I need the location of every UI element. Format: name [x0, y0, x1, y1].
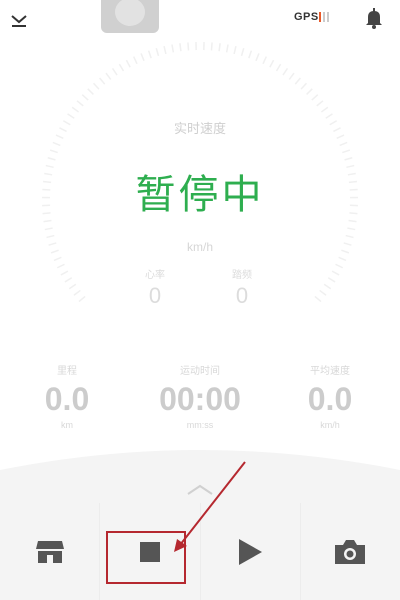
dial-tick: [73, 289, 81, 296]
store-icon: [35, 540, 64, 563]
dial-tick: [319, 289, 327, 296]
dial-tick: [327, 277, 336, 283]
avg-speed-label: 平均速度: [310, 366, 350, 377]
chevron-up-icon[interactable]: [186, 484, 214, 496]
dial-tick: [233, 45, 237, 55]
avg-speed-stat: 平均速度 0.0 km/h: [275, 362, 385, 430]
dial-tick: [44, 227, 53, 231]
dial-tick: [140, 53, 145, 62]
distance-label: 里程: [57, 366, 77, 377]
dial-tick: [269, 59, 275, 68]
dial-tick: [294, 77, 301, 85]
avg-speed-value: 0.0: [307, 381, 353, 417]
dial-tick: [64, 277, 73, 283]
dial-tick: [338, 256, 347, 262]
speed-unit: km/h: [186, 240, 213, 254]
dial-tick: [53, 256, 62, 262]
dial-tick: [218, 43, 221, 52]
annotation-highlight-box: [106, 531, 186, 584]
dial-tick: [316, 100, 324, 107]
dial-tick: [49, 149, 58, 154]
camera-icon: [335, 539, 366, 564]
speed-label: 实时速度: [173, 121, 226, 136]
heart-rate-value: 0: [148, 283, 162, 308]
dial-tick: [92, 82, 100, 90]
dial-tick: [320, 106, 329, 113]
dial-tick: [132, 56, 138, 65]
dial-tick: [335, 263, 344, 269]
dial-tick: [347, 227, 356, 231]
dial-tick: [60, 270, 69, 276]
duration-unit: mm:ss: [186, 420, 214, 430]
dial-tick: [331, 270, 340, 276]
dial-tick: [248, 50, 253, 59]
dial-tick: [155, 47, 160, 57]
dial-tick: [339, 141, 348, 147]
dial-tick: [282, 67, 289, 76]
dial-tick: [288, 72, 295, 80]
dial-tick: [275, 63, 282, 72]
bottom-action-bar: [0, 503, 400, 600]
dial-tick: [99, 77, 106, 85]
store-button[interactable]: [0, 503, 99, 600]
dial-tick: [47, 157, 56, 161]
dial-tick: [76, 100, 84, 107]
dial-tick: [342, 149, 351, 154]
duration-label: 运动时间: [180, 366, 220, 377]
dial-tick: [43, 219, 52, 223]
distance-value: 0.0: [44, 381, 90, 417]
dial-tick: [255, 53, 260, 62]
cadence-value: 0: [235, 283, 249, 308]
resume-button[interactable]: [199, 503, 300, 600]
dial-tick: [46, 234, 55, 239]
dial-tick: [163, 45, 167, 55]
dial-tick: [147, 50, 152, 59]
dial-tick: [105, 72, 112, 80]
heart-rate-stat: 心率 0: [125, 266, 185, 309]
dial-tick: [262, 56, 268, 65]
dial-tick: [306, 88, 313, 95]
distance-stat: 里程 0.0 km: [12, 362, 122, 430]
duration-value: 00:00: [159, 381, 241, 417]
dial-tick: [300, 82, 308, 90]
dial-tick: [187, 42, 190, 51]
dial-tick: [78, 295, 86, 303]
dial-tick: [87, 88, 94, 95]
dial-tick: [125, 59, 131, 68]
dial-tick: [345, 234, 354, 239]
dial-tick: [56, 263, 65, 269]
camera-button[interactable]: [299, 503, 400, 600]
status-text: 暂停中: [135, 173, 265, 217]
cadence-label: 踏频: [232, 270, 252, 281]
dial-tick: [52, 141, 61, 147]
dial-tick: [68, 283, 77, 290]
dial-tick: [210, 42, 213, 51]
play-icon: [239, 538, 263, 565]
cadence-stat: 踏频 0: [212, 266, 272, 309]
dial-tick: [348, 219, 357, 223]
dial-tick: [81, 94, 89, 101]
dial-tick: [111, 67, 118, 76]
duration-stat: 运动时间 00:00 mm:ss: [145, 362, 255, 430]
dial-tick: [344, 157, 353, 161]
dial-tick: [71, 106, 80, 113]
dial-tick: [118, 63, 125, 72]
distance-unit: km: [61, 420, 73, 430]
dial-tick: [314, 295, 322, 303]
avg-speed-unit: km/h: [320, 420, 340, 430]
dial-tick: [240, 47, 245, 57]
dial-tick: [225, 44, 229, 53]
dial-tick: [179, 43, 182, 52]
heart-rate-label: 心率: [145, 270, 165, 281]
dial-tick: [311, 94, 319, 101]
dial-tick: [323, 283, 332, 290]
dial-tick: [171, 44, 175, 53]
